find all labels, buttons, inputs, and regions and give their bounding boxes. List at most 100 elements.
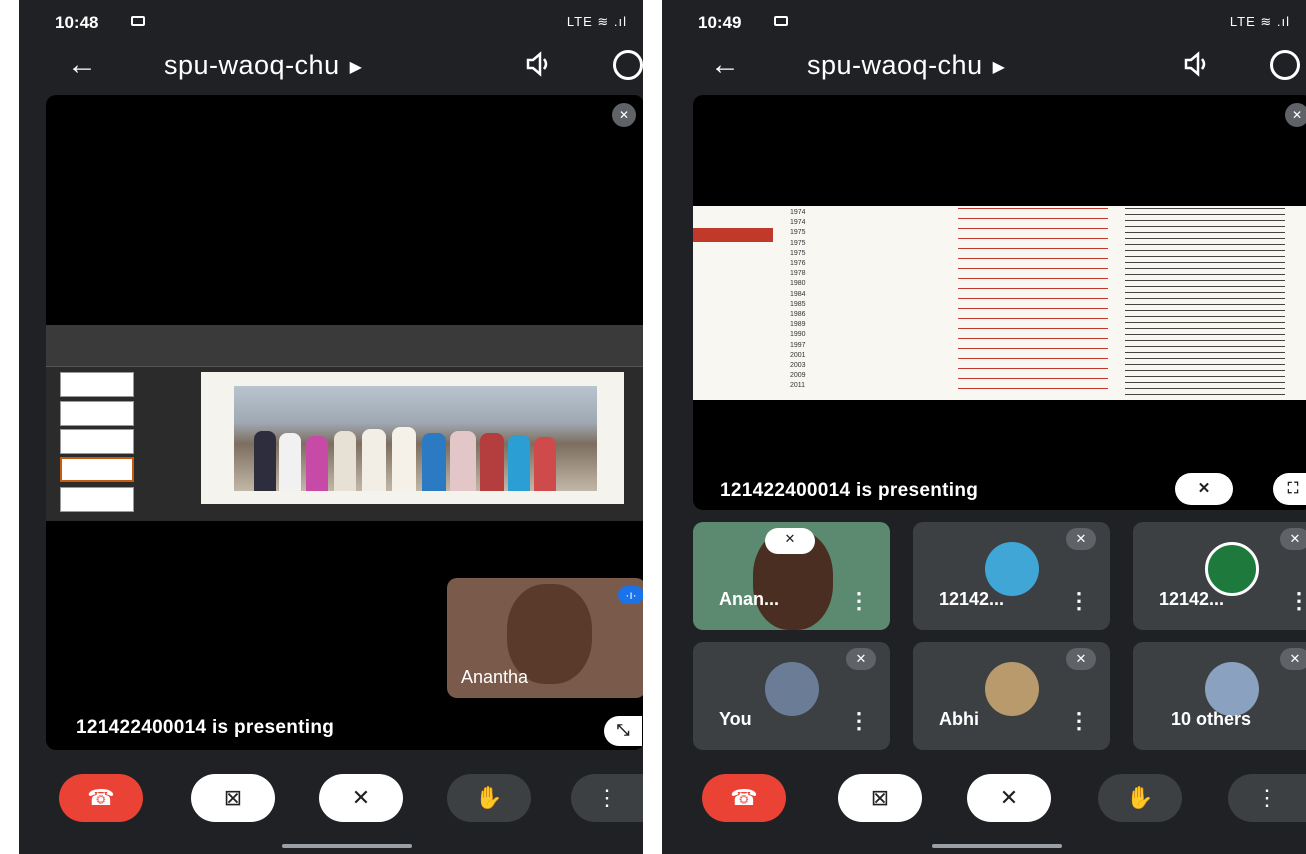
slide-thumbnail <box>60 372 134 397</box>
participant-tile-self[interactable]: ✕ You ⋮ <box>693 642 890 750</box>
table-year-cell: 1975 <box>790 229 806 237</box>
back-arrow-icon[interactable]: ← <box>710 48 740 82</box>
more-vert-icon[interactable]: ⋮ <box>1288 590 1306 612</box>
pin-off-icon[interactable]: ✕ <box>765 528 815 554</box>
more-vert-icon[interactable]: ⋮ <box>848 710 870 732</box>
volume-icon[interactable] <box>524 50 552 78</box>
mic-off-icon: ✕ <box>846 648 876 670</box>
table-year-cell: 1997 <box>790 341 806 349</box>
fullscreen-icon[interactable]: ⛶ <box>1273 473 1306 505</box>
participant-avatar <box>1205 542 1259 596</box>
switch-camera-icon[interactable] <box>613 50 643 80</box>
more-options-button[interactable]: ⋮ <box>571 774 643 822</box>
audio-level-icon: ·ı· <box>618 586 643 604</box>
others-count: 10 others <box>1171 709 1252 729</box>
slide-thumbnail-selected <box>60 457 134 482</box>
participant-tile[interactable]: ✕ 12142... ⋮ <box>913 522 1110 630</box>
raise-hand-button[interactable]: ✋ <box>1098 774 1182 822</box>
slide-canvas <box>201 372 624 504</box>
table-year-cell: 1974 <box>790 219 806 227</box>
end-call-button[interactable]: ☎ <box>702 774 786 822</box>
participant-name: 12142... <box>1159 589 1225 609</box>
mic-toggle-button[interactable]: ✕ <box>967 774 1051 822</box>
status-time: 10:49 <box>698 13 742 32</box>
table-year-cell: 1976 <box>790 260 806 268</box>
mic-off-icon: ✕ <box>1280 648 1306 670</box>
back-arrow-icon[interactable]: ← <box>67 48 97 82</box>
meeting-code-button[interactable]: spu-waoq-chu ▶ <box>807 50 1005 81</box>
table-year-cell: 1975 <box>790 239 806 247</box>
participant-avatar <box>985 662 1039 716</box>
caret-right-icon: ▶ <box>992 58 1006 76</box>
pin-off-icon[interactable]: ✕ <box>612 103 636 127</box>
shared-slide-table: 1974 1974 1975 1975 1975 1976 1978 1980 1984 1985… <box>693 206 1306 400</box>
table-year-cell: 1990 <box>790 331 806 339</box>
shared-screen-powerpoint <box>46 325 643 521</box>
meeting-top-bar: ← spu-waoq-chu ▶ <box>662 42 1306 88</box>
participant-avatar <box>765 662 819 716</box>
status-bar: 10:48 LTE ≋ .ıl <box>55 10 633 36</box>
table-year-cell: 1980 <box>790 280 806 288</box>
mic-off-icon: ✕ <box>1066 528 1096 550</box>
camera-toggle-button[interactable]: ⊠ <box>191 774 275 822</box>
status-time: 10:48 <box>55 13 99 32</box>
more-vert-icon[interactable]: ⋮ <box>1068 710 1090 732</box>
camera-toggle-button[interactable]: ⊠ <box>838 774 922 822</box>
more-vert-icon[interactable]: ⋮ <box>1068 590 1090 612</box>
mic-off-icon: ✕ <box>1066 648 1096 670</box>
meeting-code-button[interactable]: spu-waoq-chu ▶ <box>164 50 362 81</box>
presentation-stage: ✕ 1974 1974 1975 1975 1975 1976 1978 1980 1984 19… <box>693 95 1306 510</box>
table-year-cell: 2001 <box>790 351 806 359</box>
self-view-tile[interactable]: Anantha ·ı· <box>447 578 643 698</box>
mic-toggle-button[interactable]: ✕ <box>319 774 403 822</box>
more-options-button[interactable]: ⋮ <box>1228 774 1306 822</box>
table-year-cell: 1975 <box>790 249 806 257</box>
signal-icons: LTE ≋ .ıl <box>566 14 627 29</box>
meeting-top-bar: ← spu-waoq-chu ▶ <box>19 42 643 88</box>
cast-icon <box>131 16 145 26</box>
table-year-cell: 1985 <box>790 300 806 308</box>
participant-tile[interactable]: ✕ Abhi ⋮ <box>913 642 1110 750</box>
title-column <box>958 208 1108 396</box>
slide-thumbnail <box>60 401 134 426</box>
presenting-label: 121422400014 is presenting <box>720 480 979 501</box>
participant-tile[interactable]: ✕ Anan... ⋮ <box>693 522 890 630</box>
table-year-cell: 1986 <box>790 311 806 319</box>
volume-icon[interactable] <box>1182 50 1210 78</box>
left-phone-screen: 10:48 LTE ≋ .ıl ← spu-waoq-chu ▶ ✕ Anant… <box>19 0 643 854</box>
table-year-cell: 2011 <box>790 382 806 390</box>
end-call-button[interactable]: ☎ <box>59 774 143 822</box>
table-year-cell: 1989 <box>790 321 806 329</box>
caret-right-icon: ▶ <box>349 58 363 76</box>
home-indicator <box>282 844 412 848</box>
participant-name: 12142... <box>939 589 1005 609</box>
presenting-label: 121422400014 is presenting <box>76 717 335 738</box>
signal-icons: LTE ≋ .ıl <box>1229 14 1290 29</box>
group-photo <box>234 386 597 491</box>
fullscreen-exit-icon[interactable]: ⤡ <box>604 716 642 746</box>
slide-thumbnail <box>60 429 134 454</box>
participant-avatar <box>1205 662 1259 716</box>
pin-off-icon[interactable]: ✕ <box>1285 103 1306 127</box>
slide-accent-bar <box>693 228 773 242</box>
switch-camera-icon[interactable] <box>1270 50 1300 80</box>
slide-thumbnail <box>60 487 134 512</box>
mic-off-icon: ✕ <box>1280 528 1306 550</box>
home-indicator <box>932 844 1062 848</box>
table-year-cell: 2009 <box>790 372 806 380</box>
self-view-name: Anantha <box>461 667 529 687</box>
right-phone-screen: 10:49 LTE ≋ .ıl ← spu-waoq-chu ▶ ✕ 1974 19… <box>662 0 1306 854</box>
status-bar: 10:49 LTE ≋ .ıl <box>698 10 1296 36</box>
participant-tile-others[interactable]: ✕ 10 others <box>1133 642 1306 750</box>
participant-tile[interactable]: ✕ 12142... ⋮ <box>1133 522 1306 630</box>
participant-name: You <box>719 709 752 729</box>
year-column: 1974 1974 1975 1975 1975 1976 1978 1980 1984 1985… <box>790 208 806 392</box>
raise-hand-button[interactable]: ✋ <box>447 774 531 822</box>
more-vert-icon[interactable]: ⋮ <box>848 590 870 612</box>
participant-avatar <box>985 542 1039 596</box>
participant-name: Anan... <box>719 589 780 609</box>
table-year-cell: 1974 <box>790 209 806 216</box>
table-year-cell: 1978 <box>790 270 806 278</box>
description-column <box>1125 208 1285 396</box>
pin-off-button[interactable]: ✕ <box>1175 473 1233 505</box>
